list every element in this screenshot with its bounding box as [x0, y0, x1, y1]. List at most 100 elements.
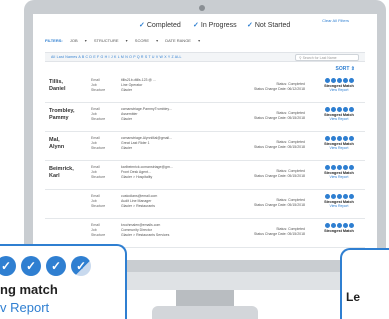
- right-callout: Le: [340, 248, 389, 319]
- search-placeholder: Search for Last Name: [302, 56, 337, 60]
- candidate-name[interactable]: Mal, Alynn: [49, 137, 83, 150]
- email-value: tillis21b.dtills.123 @ ...: [121, 78, 156, 82]
- email-label: Email: [91, 194, 100, 198]
- job-label: Job: [91, 112, 97, 116]
- row-values: ccmanstriage.AlynnMal@gmail... Great Last…: [121, 136, 181, 151]
- structure-label: Structure: [91, 88, 106, 92]
- view-report-link[interactable]: View Report: [315, 146, 363, 150]
- row-labels: Email Job Structure: [91, 194, 105, 209]
- email-label: Email: [91, 223, 100, 227]
- structure-value: Glacier > Hospitality: [121, 175, 153, 179]
- legend-not-started-label: Not Started: [254, 22, 291, 29]
- match-score: Strongest Match View Report: [315, 107, 363, 121]
- candidate-name[interactable]: Beimrick, Karl: [49, 166, 83, 179]
- row-labels: Email Job Structure: [91, 136, 105, 151]
- alphabet-links[interactable]: All Last Names A B C D E F G H I J K L M…: [51, 55, 182, 59]
- email-label: Email: [91, 107, 100, 111]
- list-item[interactable]: Trombley, Pammy Email Job Structure ccmanst…: [45, 103, 365, 132]
- list-item[interactable]: Tillis, Daniel Email Job Structure tillis21…: [45, 74, 365, 103]
- row-values: ccmanstriage.PammyTrombley... Assembler Gl…: [121, 107, 181, 122]
- filter-score-label: SCORE: [134, 38, 150, 43]
- view-report-link[interactable]: View Report: [315, 88, 363, 92]
- status-text: Status: Completed: [276, 198, 305, 202]
- status-text: Status: Completed: [276, 82, 305, 86]
- filters-bar: FILTERS: JOB ▾ STRUCTURE ▾ SCORE ▾ DATE …: [45, 38, 365, 47]
- second-line: Karl: [49, 172, 60, 179]
- check-circle-icon: ✓: [21, 256, 41, 276]
- filter-job[interactable]: JOB ▾: [70, 38, 87, 43]
- candidate-name[interactable]: [49, 224, 83, 231]
- email-value: ccmanstriage.PammyTrombley...: [121, 107, 172, 111]
- monitor-stand-base: [152, 306, 258, 319]
- legend-completed-label: Completed: [146, 22, 181, 29]
- list-item[interactable]: Mal, Alynn Email Job Structure ccmanstriage…: [45, 132, 365, 161]
- candidate-name[interactable]: [49, 195, 83, 202]
- status-info: Status: Completed Status Change Date: 05/…: [225, 111, 305, 121]
- legend-not-started[interactable]: ✓ Not Started: [247, 21, 290, 29]
- filter-structure-label: STRUCTURE: [93, 38, 119, 43]
- job-value: Assembler: [121, 112, 138, 116]
- structure-label: Structure: [91, 117, 106, 121]
- callout-match-title: ng match: [0, 282, 58, 297]
- candidate-name[interactable]: Tillis, Daniel: [49, 79, 83, 92]
- match-score: Strongest Match View Report: [315, 194, 363, 208]
- match-score: Strongest Match View Report: [315, 165, 363, 179]
- right-callout-text: Le: [346, 290, 361, 304]
- candidate-name[interactable]: Trombley, Pammy: [49, 108, 83, 121]
- row-values: tillis21b.dtills.123 @ ... Line Operator G…: [121, 78, 181, 93]
- sort-button[interactable]: SORT ⇕: [336, 66, 355, 72]
- score-dots-icon: [315, 107, 363, 112]
- job-value: Community Director: [121, 228, 152, 232]
- structure-label: Structure: [91, 175, 106, 179]
- status-date: Status Change Date: 05/15/2018: [254, 145, 305, 149]
- filter-date-range[interactable]: DATE RANGE ▾: [165, 38, 200, 43]
- score-dots-icon: [315, 194, 363, 199]
- match-label: Strongest Match: [324, 229, 354, 233]
- status-date: Status Change Date: 05/15/2018: [254, 116, 305, 120]
- status-info: Status: Completed Status Change Date: 05/…: [225, 140, 305, 150]
- match-score: Strongest Match View Report: [315, 136, 363, 150]
- second-line: Pammy: [49, 114, 69, 121]
- job-value: Front Desk Agent...: [121, 170, 151, 174]
- email-value: custodians@email.com: [121, 194, 158, 198]
- view-report-link[interactable]: View Report: [315, 117, 363, 121]
- candidate-list: Tillis, Daniel Email Job Structure tillis21…: [45, 74, 365, 248]
- status-info: Status: Completed Status Change Date: 06/…: [225, 82, 305, 92]
- first-line: Mal,: [49, 137, 60, 143]
- last-name-search-input[interactable]: ⚲ Search for Last Name: [295, 54, 359, 61]
- status-info: Status: Completed Status Change Date: 05/…: [225, 198, 305, 208]
- list-item[interactable]: Beimrick, Karl Email Job Structure karlbeim…: [45, 161, 365, 190]
- clear-all-filters-link[interactable]: Clear All Filters: [322, 18, 349, 23]
- score-dots-icon: [315, 136, 363, 141]
- view-report-link[interactable]: View Report: [315, 204, 363, 208]
- match-score: Strongest Match View Report: [315, 78, 363, 92]
- structure-value: Glacier: [121, 117, 133, 121]
- score-dots-icon: ✓ ✓ ✓ ✓: [0, 256, 91, 276]
- callout-view-report-link[interactable]: v Report: [0, 300, 49, 315]
- row-values: krochmalen@emails.com Community Director G…: [121, 223, 181, 238]
- email-value: karlbeimrick.ccmanstriage@gm...: [121, 165, 173, 169]
- match-score: Strongest Match: [315, 223, 363, 233]
- email-value: krochmalen@emails.com: [121, 223, 161, 227]
- filter-score[interactable]: SCORE ▾: [135, 38, 158, 43]
- view-report-link[interactable]: View Report: [315, 175, 363, 179]
- status-info: Status: Completed Status Change Date: 05/…: [225, 227, 305, 237]
- row-labels: Email Job Structure: [91, 165, 105, 180]
- legend-completed[interactable]: ✓ Completed: [139, 21, 181, 29]
- status-date: Status Change Date: 05/15/2018: [254, 174, 305, 178]
- check-icon: ✓: [247, 22, 253, 29]
- first-line: Beimrick,: [49, 166, 74, 172]
- score-dots-icon: [315, 165, 363, 170]
- status-date: Status Change Date: 06/12/2018: [254, 87, 305, 91]
- structure-value: Glacier: [121, 88, 133, 92]
- job-value: Line Operator: [121, 83, 143, 87]
- row-labels: Email Job Structure: [91, 223, 105, 238]
- score-dots-icon: [315, 78, 363, 83]
- filter-structure[interactable]: STRUCTURE ▾: [94, 38, 128, 43]
- score-dots-icon: [315, 223, 363, 228]
- filters-label: FILTERS:: [45, 38, 63, 43]
- structure-label: Structure: [91, 146, 106, 150]
- list-item[interactable]: Email Job Structure custodians@email.com Au…: [45, 190, 365, 219]
- filter-job-label: JOB: [69, 38, 78, 43]
- legend-in-progress[interactable]: ✓ In Progress: [193, 21, 237, 29]
